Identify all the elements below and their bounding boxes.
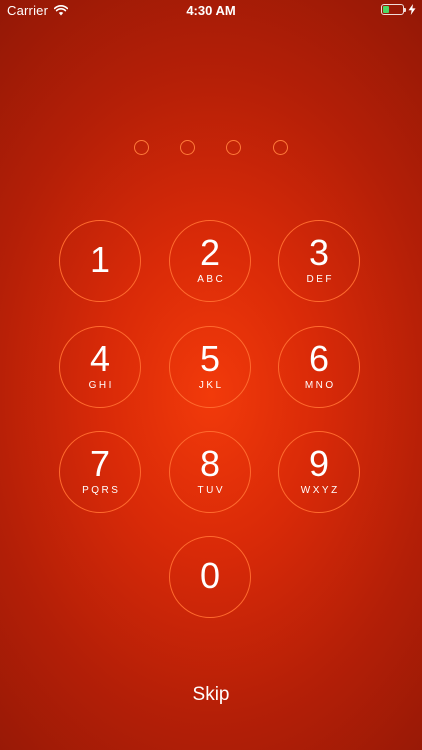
bolt-icon <box>408 4 416 15</box>
key-digit: 4 <box>89 338 111 379</box>
passcode-dot <box>133 140 149 155</box>
battery-level-fill <box>383 6 389 13</box>
key-4-button[interactable]: 4 GHI <box>59 326 141 408</box>
key-letters: TUV <box>197 485 225 496</box>
key-letters: ABC <box>197 274 226 285</box>
skip-button[interactable]: Skip <box>161 684 261 706</box>
key-digit: 0 <box>199 555 221 596</box>
battery-indicator <box>381 4 416 15</box>
key-8-button[interactable]: 8 TUV <box>169 431 251 513</box>
key-digit: 2 <box>199 232 221 273</box>
passcode-dot <box>179 140 195 155</box>
passcode-dot <box>272 140 288 155</box>
key-5-button[interactable]: 5 JKL <box>169 326 251 408</box>
status-bar: Carrier 4:30 AM <box>0 0 422 22</box>
passcode-dot <box>225 140 241 155</box>
key-7-button[interactable]: 7 PQRS <box>59 431 141 513</box>
key-digit: 3 <box>308 232 330 273</box>
key-letters: MNO <box>304 380 336 391</box>
key-3-button[interactable]: 3 DEF <box>278 220 360 302</box>
key-digit: 8 <box>199 443 221 484</box>
status-time: 4:30 AM <box>186 3 236 18</box>
key-letters: JKL <box>198 380 224 391</box>
key-letters: GHI <box>88 380 114 391</box>
key-letters: WXYZ <box>300 485 340 496</box>
key-digit: 1 <box>89 239 111 280</box>
key-9-button[interactable]: 9 WXYZ <box>278 431 360 513</box>
key-digit: 7 <box>89 443 111 484</box>
key-0-button[interactable]: 0 <box>169 536 251 618</box>
key-digit: 6 <box>308 338 330 379</box>
key-digit: 9 <box>308 443 330 484</box>
key-digit: 5 <box>199 338 221 379</box>
key-letters: PQRS <box>82 485 121 496</box>
key-2-button[interactable]: 2 ABC <box>169 220 251 302</box>
key-6-button[interactable]: 6 MNO <box>278 326 360 408</box>
key-letters: DEF <box>306 274 334 285</box>
key-1-button[interactable]: 1 <box>59 220 141 302</box>
battery-icon <box>381 4 406 15</box>
